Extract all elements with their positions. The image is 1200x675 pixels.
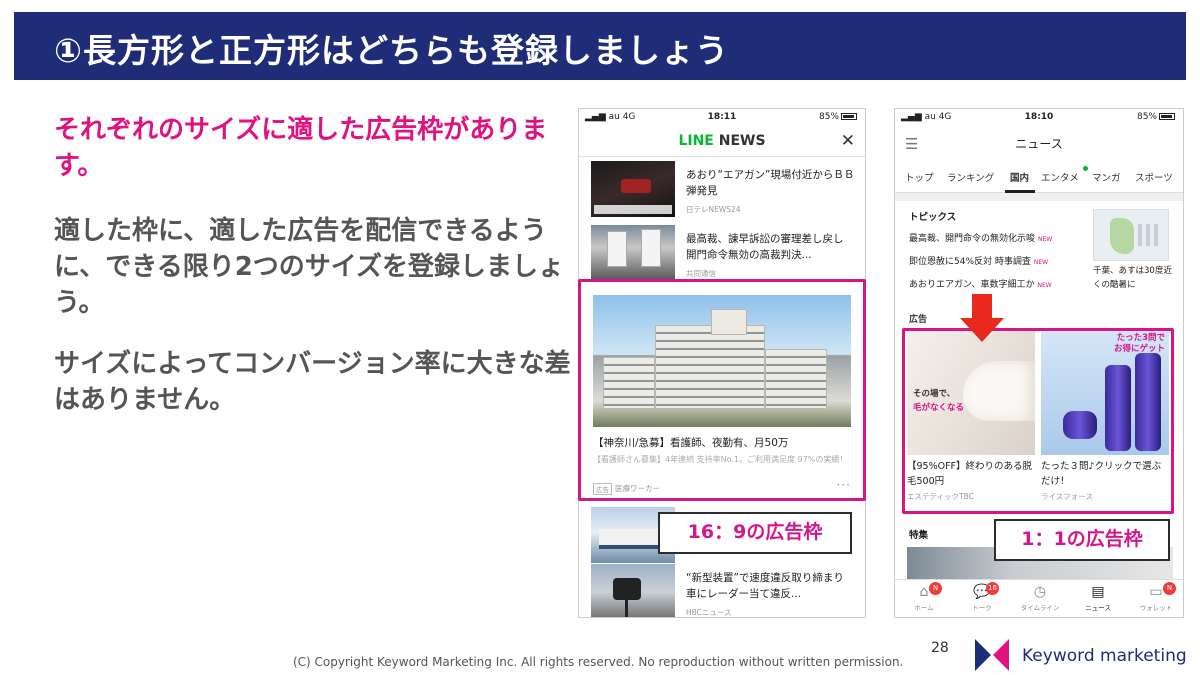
news-title: “新型装置”で速度違反取り締まり 車にレーダー当て違反... bbox=[686, 572, 855, 600]
notification-badge: N bbox=[929, 582, 942, 595]
topic-text: 最高裁、開門命令の無効化示唆 bbox=[909, 234, 1036, 244]
battery-percent: 85% bbox=[1136, 112, 1157, 122]
clock-icon: ◷ bbox=[1033, 584, 1047, 600]
line-news-logo: LINE NEWS bbox=[579, 133, 865, 149]
weather-caption: 千葉、あすは30度近くの酷暑に bbox=[1093, 266, 1172, 290]
lead-text: それぞれのサイズに適した広告枠があります。 bbox=[54, 115, 548, 181]
nav-news[interactable]: ▤ ニュース bbox=[1069, 582, 1127, 612]
body-paragraph-1: 適した枠に、適した広告を配信できるように、できる限り2つのサイズを登録しましょう… bbox=[54, 216, 565, 318]
label-1x1: 1：1の広告枠 bbox=[994, 519, 1170, 561]
weather-map-thumbnail[interactable] bbox=[1093, 209, 1169, 261]
section-divider bbox=[895, 193, 1183, 201]
battery-indicator: 85% bbox=[1137, 112, 1175, 122]
tab-manga[interactable]: マンガ bbox=[1092, 170, 1121, 184]
home-icon: ⌂ bbox=[919, 584, 929, 600]
news-list-item[interactable]: あおり“エアガン”現場付近からＢＢ弾発見 日テレNEWS24 bbox=[591, 161, 861, 219]
tab-top[interactable]: トップ bbox=[905, 170, 934, 184]
highlight-frame-16x9 bbox=[578, 279, 866, 501]
news-list-item[interactable]: 最高裁、諌早訴訟の審理差し戻し 開門命令無効の高裁判決... 共同通信 bbox=[591, 225, 861, 283]
slide-title: ①長方形と正方形はどちらも登録しましょう bbox=[54, 31, 729, 70]
news-thumbnail bbox=[591, 564, 675, 617]
news-title: 最高裁、諌早訴訟の審理差し戻し 開門命令無効の高裁判決... bbox=[686, 233, 854, 261]
nav-label: ホーム bbox=[914, 604, 934, 612]
battery-icon bbox=[1159, 113, 1175, 120]
close-icon[interactable]: ✕ bbox=[841, 131, 855, 151]
title-bar: ①長方形と正方形はどちらも登録しましょう bbox=[14, 12, 1186, 80]
status-bar: ▂▄▆ au 4G 18:11 85% bbox=[579, 109, 865, 127]
down-arrow-icon bbox=[960, 294, 1004, 342]
logo-line: LINE bbox=[678, 133, 714, 149]
battery-indicator: 85% bbox=[819, 112, 857, 122]
feature-header: 特集 bbox=[909, 530, 929, 541]
status-bar: ▂▄▆ au 4G 18:10 85% bbox=[895, 109, 1183, 127]
battery-percent: 85% bbox=[818, 112, 839, 122]
tab-sports[interactable]: スポーツ bbox=[1135, 170, 1173, 184]
active-tab-indicator bbox=[1005, 190, 1035, 193]
news-title: あおり“エアガン”現場付近からＢＢ弾発見 bbox=[686, 169, 855, 197]
news-list-item[interactable]: “新型装置”で速度違反取り締まり 車にレーダー当て違反... HBCニュース bbox=[591, 564, 861, 617]
copyright-text: (C) Copyright Keyword Marketing Inc. All… bbox=[293, 655, 904, 669]
topic-item[interactable]: 最高裁、開門命令の無効化示唆 NEW bbox=[909, 231, 1052, 244]
tab-entertainment[interactable]: エンタメ bbox=[1041, 170, 1079, 184]
thumbnail-caption bbox=[594, 205, 672, 214]
tab-domestic[interactable]: 国内 bbox=[1010, 170, 1029, 184]
topic-text: 即位恩赦に54%反対 時事調査 bbox=[909, 257, 1031, 267]
tab-ranking[interactable]: ランキング bbox=[947, 170, 994, 184]
nav-label: ニュース bbox=[1085, 604, 1111, 612]
app-header: LINE NEWS ✕ bbox=[579, 127, 865, 157]
app-header: ☰ ニュース bbox=[895, 127, 1183, 159]
news-thumbnail bbox=[591, 225, 675, 281]
highlight-frame-1x1 bbox=[902, 328, 1174, 514]
battery-icon bbox=[841, 113, 857, 120]
topic-item[interactable]: 即位恩赦に54%反対 時事調査 NEW bbox=[909, 254, 1048, 267]
topic-item[interactable]: あおりエアガン、車数字細工か NEW bbox=[909, 277, 1052, 290]
news-source: 日テレNEWS24 bbox=[686, 205, 741, 214]
nav-label: トーク bbox=[972, 604, 992, 612]
news-icon: ▤ bbox=[1091, 584, 1105, 600]
new-badge: NEW bbox=[1033, 259, 1049, 266]
nav-talk[interactable]: 💬 トーク 16 bbox=[953, 582, 1011, 612]
bottom-nav: ⌂ ホーム N 💬 トーク 16 ◷ タイムライン ▤ ニュース ▭ ウォレット… bbox=[895, 579, 1183, 617]
ad-section-header: 広告 bbox=[909, 315, 928, 325]
label-16x9: 16：9の広告枠 bbox=[658, 512, 852, 554]
news-source: 共同通信 bbox=[686, 269, 716, 278]
page-number: 28 bbox=[931, 640, 949, 656]
topic-text: あおりエアガン、車数字細工か bbox=[909, 280, 1035, 290]
nav-timeline[interactable]: ◷ タイムライン bbox=[1011, 582, 1069, 612]
keyword-marketing-logo-icon bbox=[975, 639, 1009, 671]
nav-label: ウォレット bbox=[1139, 604, 1173, 612]
brand-name: Keyword marketing bbox=[1022, 646, 1187, 666]
new-badge: NEW bbox=[1037, 282, 1052, 289]
notification-badge: N bbox=[1163, 582, 1176, 595]
news-source: HBCニュース bbox=[686, 608, 732, 617]
new-badge: NEW bbox=[1038, 236, 1053, 243]
notification-badge: 16 bbox=[986, 582, 999, 595]
nav-label: タイムライン bbox=[1020, 604, 1060, 612]
body-paragraph-2: サイズによってコンバージョン率に大きな差はありません。 bbox=[54, 349, 571, 415]
news-thumbnail bbox=[591, 161, 675, 217]
topics-header: トピックス bbox=[909, 212, 957, 223]
category-tabs: トップ ランキング 国内 エンタメ マンガ スポーツ bbox=[895, 159, 1183, 193]
screen-title: ニュース bbox=[1015, 137, 1063, 151]
logo-news: NEWS bbox=[713, 133, 766, 149]
slide: ①長方形と正方形はどちらも登録しましょう それぞれのサイズに適した広告枠がありま… bbox=[0, 0, 1200, 675]
nav-wallet[interactable]: ▭ ウォレット N bbox=[1127, 582, 1183, 612]
nav-home[interactable]: ⌂ ホーム N bbox=[895, 582, 953, 612]
new-dot-icon bbox=[1083, 166, 1088, 171]
chat-icon: 💬 bbox=[973, 584, 991, 600]
